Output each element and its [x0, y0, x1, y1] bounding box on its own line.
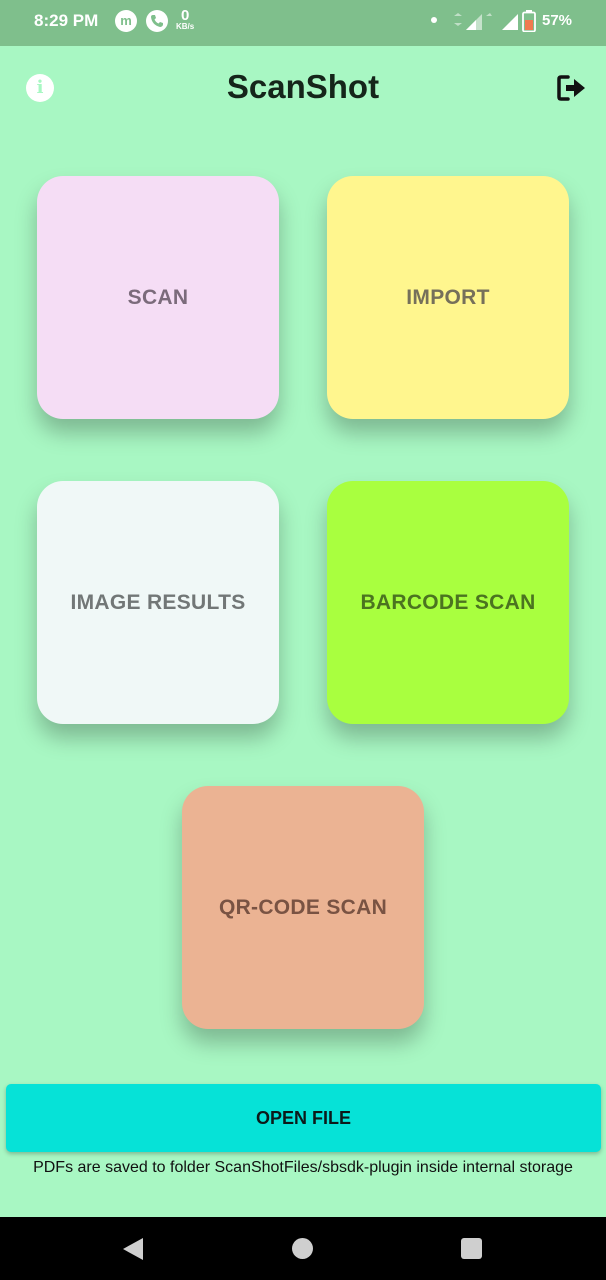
status-time: 8:29 PM	[34, 11, 99, 30]
system-nav-bar	[0, 1217, 606, 1280]
phone-icon	[146, 10, 168, 32]
battery-icon	[522, 10, 536, 32]
battery-percent: 57%	[542, 12, 573, 29]
signal-icon-2	[502, 14, 518, 30]
recents-icon[interactable]	[461, 1238, 482, 1259]
signal-icon	[454, 13, 492, 30]
status-bar: 8:29 PM m 0 KB/s 57%	[0, 0, 606, 46]
back-icon[interactable]	[123, 1238, 143, 1260]
network-speed-unit: KB/s	[176, 22, 195, 31]
barcode-scan-tile[interactable]: BARCODE SCAN	[327, 481, 569, 724]
import-tile[interactable]: IMPORT	[327, 176, 569, 419]
scan-tile[interactable]: SCAN	[37, 176, 279, 419]
open-file-button[interactable]: OPEN FILE	[6, 1084, 601, 1152]
image-results-tile[interactable]: IMAGE RESULTS	[37, 481, 279, 724]
network-speed-value: 0	[180, 7, 190, 24]
network-speed: 0 KB/s	[176, 8, 194, 31]
storage-note: PDFs are saved to folder ScanShotFiles/s…	[33, 1159, 573, 1176]
qr-code-scan-tile[interactable]: QR-CODE SCAN	[182, 786, 424, 1029]
app-bar: i ScanShot	[0, 46, 606, 130]
notification-dot-icon	[431, 17, 437, 23]
app-title: ScanShot	[226, 68, 380, 105]
logout-icon[interactable]	[556, 74, 588, 102]
m-app-icon: m	[115, 10, 137, 32]
home-icon[interactable]	[292, 1238, 313, 1259]
